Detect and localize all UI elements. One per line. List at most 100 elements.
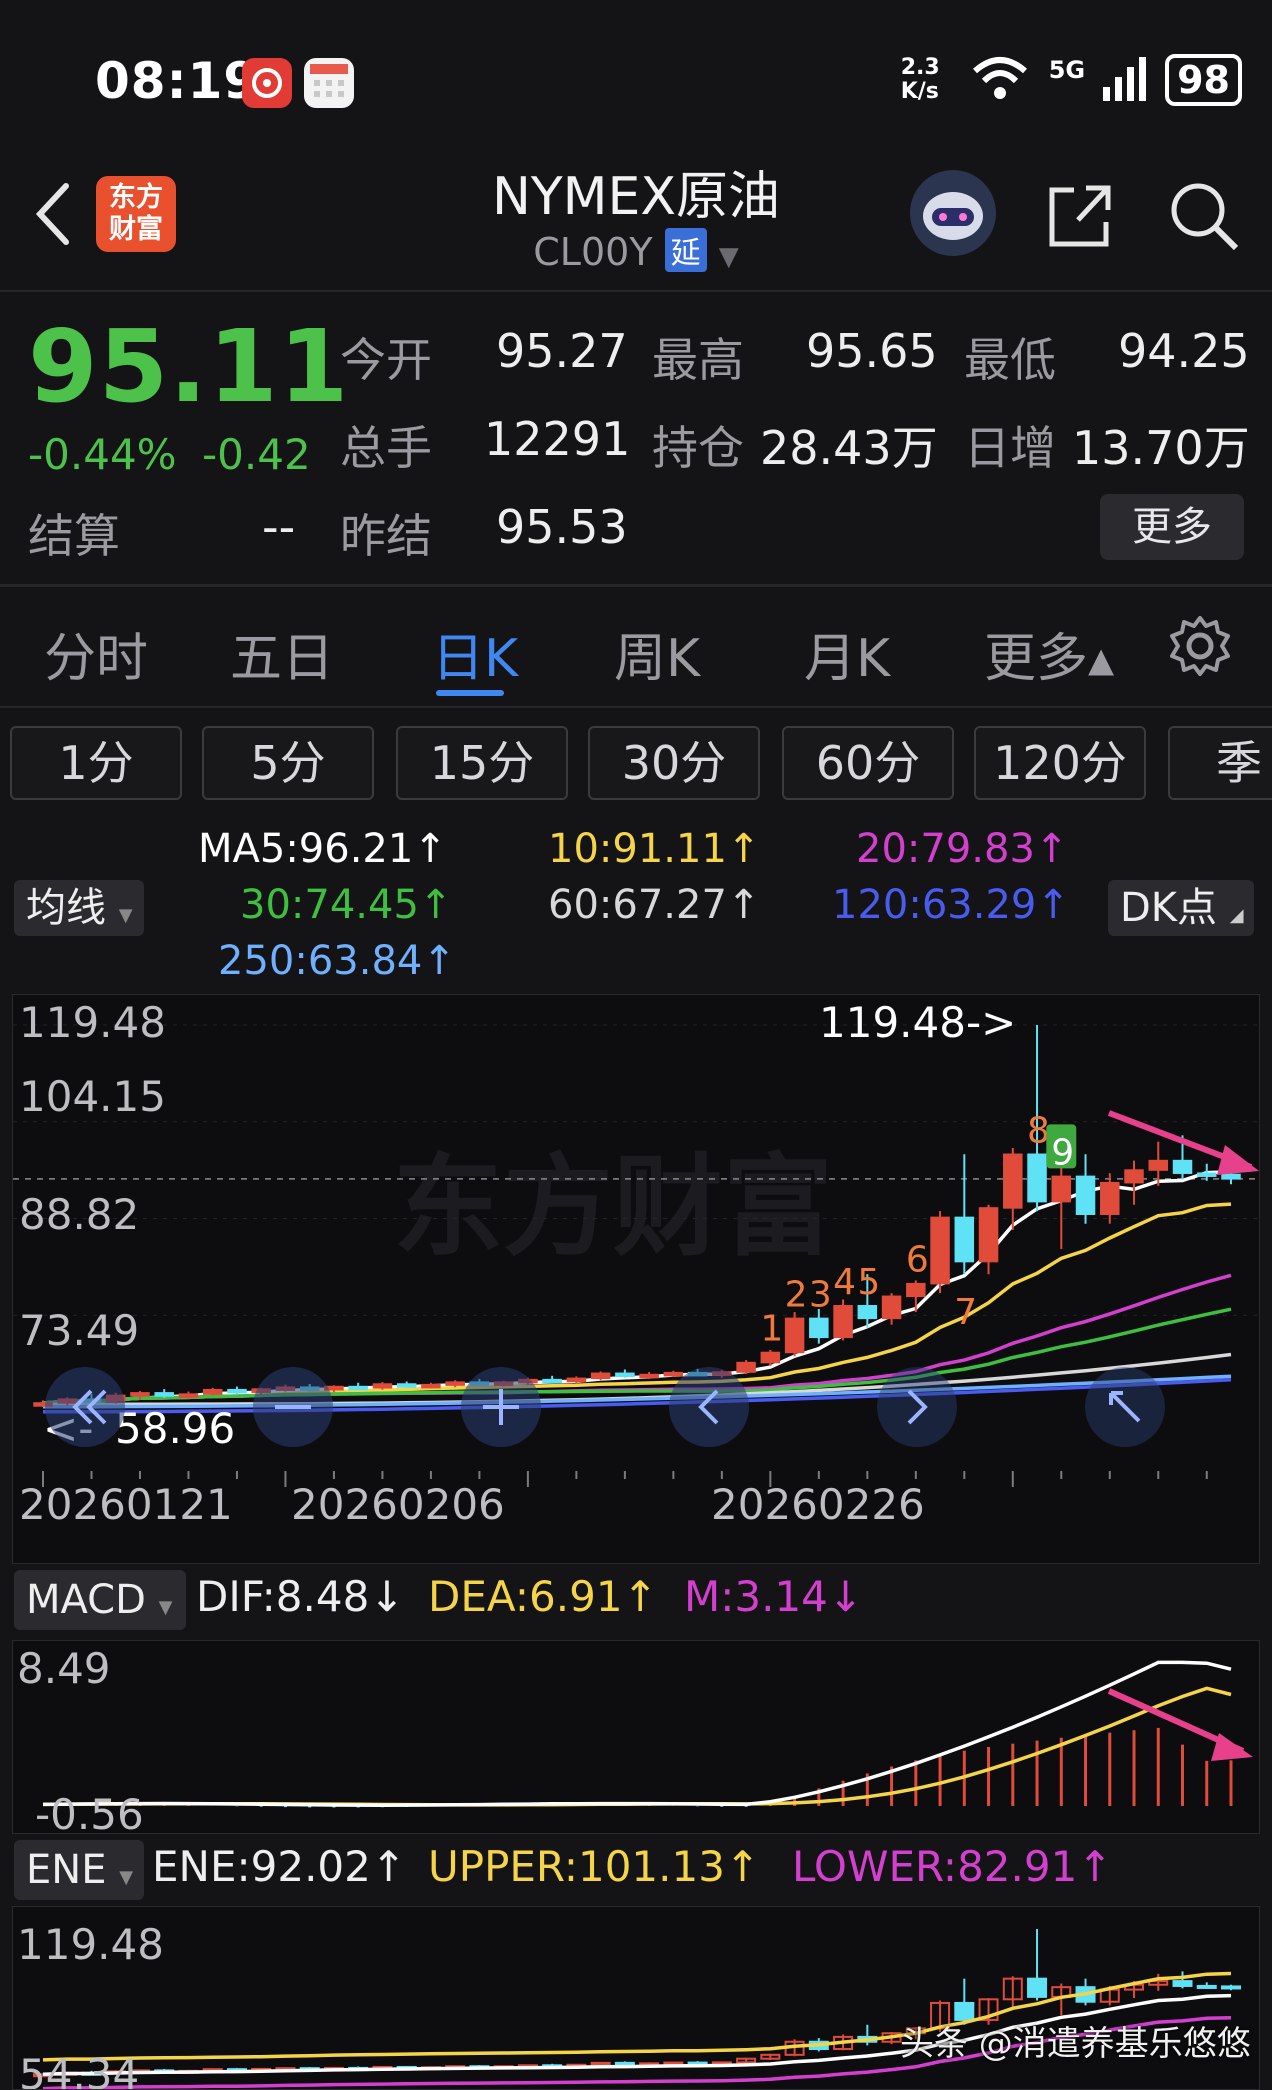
nav-prev-icon[interactable]: [669, 1367, 749, 1447]
candle-body: [590, 1372, 611, 1380]
header-divider: [0, 290, 1272, 292]
status-time: 08:19: [95, 52, 260, 110]
dk-point-button[interactable]: DK点 ◢: [1108, 880, 1254, 936]
ene-lower: LOWER:82.91↑: [792, 1842, 1113, 1891]
tab-more[interactable]: 更多▴: [984, 616, 1114, 691]
interval-15min[interactable]: 15分: [396, 726, 568, 800]
tab-active-indicator: [436, 690, 504, 696]
caret-down-icon: ▼: [158, 1597, 173, 1618]
tab-five-day[interactable]: 五日: [230, 616, 334, 691]
candle-body: [930, 1216, 950, 1285]
battery-level: 98: [1177, 58, 1230, 102]
x-tick-label-3: 20260226: [711, 1480, 925, 1529]
macd-dea: DEA:6.91↑: [428, 1572, 658, 1621]
open-label: 今开: [340, 333, 432, 387]
td-count-label: 9: [1051, 1132, 1074, 1173]
battery-icon: 98: [1165, 54, 1242, 106]
ma30-value: 30:74.45↑: [240, 882, 453, 928]
candle-body: [663, 1371, 684, 1377]
candle-body: [639, 1373, 659, 1379]
interval-120min[interactable]: 120分: [974, 726, 1146, 800]
ma-selector-label: 均线: [26, 885, 106, 931]
td-count-label: 6: [906, 1240, 929, 1281]
macd-selector[interactable]: MACD ▼: [14, 1570, 186, 1630]
ene-candle-body: [1172, 1980, 1193, 1987]
y-tick-top: 119.48: [19, 998, 166, 1047]
candle-body: [1197, 1172, 1217, 1177]
signal-label: 5G: [1048, 56, 1086, 84]
delay-tag: 延: [664, 228, 707, 272]
low-label: 最低: [964, 333, 1056, 387]
low-value: 94.25: [1118, 324, 1250, 378]
more-quote-button[interactable]: 更多: [1100, 494, 1244, 560]
tab-monthly-k[interactable]: 月K: [804, 616, 890, 691]
ma-selector[interactable]: 均线 ▼: [14, 880, 144, 936]
candle-body: [227, 1388, 247, 1394]
quote-divider: [0, 584, 1272, 587]
interval-30min[interactable]: 30分: [588, 726, 760, 800]
last-price: 95.11: [28, 308, 350, 425]
candle-body: [1221, 1173, 1241, 1180]
status-indicators: 2.3 K/s 5G 98: [901, 50, 1242, 110]
td-count-label: 5: [857, 1262, 880, 1303]
ma120-value: 120:63.29↑: [832, 882, 1070, 928]
high-label: 最高: [652, 333, 744, 387]
interval-60min[interactable]: 60分: [782, 726, 954, 800]
chart-settings-button[interactable]: [1168, 614, 1232, 678]
macd-chart[interactable]: 8.49 -0.56: [12, 1640, 1260, 1834]
macd-m: M:3.14↓: [684, 1572, 864, 1621]
ene-candle-body: [614, 2061, 635, 2066]
robot-avatar-icon[interactable]: [910, 170, 996, 256]
nav-next-icon[interactable]: [877, 1367, 957, 1447]
open-interest-label: 持仓: [652, 421, 744, 475]
candle-body: [1027, 1153, 1047, 1203]
y-tick-2: 104.15: [19, 1072, 166, 1121]
candle-body: [906, 1282, 926, 1298]
kline-chart[interactable]: 东方财富 123456897 119.48 104.15 88.82 73.49…: [12, 994, 1260, 1564]
candle-body: [445, 1381, 465, 1386]
macd-trend-arrow: [1107, 1688, 1253, 1761]
tab-daily-k[interactable]: 日K: [432, 616, 518, 691]
x-tick-label-2: 20260206: [291, 1480, 505, 1529]
td-count-label: 2: [785, 1274, 808, 1315]
candle-body: [809, 1317, 829, 1339]
td-count-label: 1: [760, 1308, 783, 1349]
y-tick-3: 88.82: [19, 1190, 139, 1239]
ma60-value: 60:67.27↑: [548, 882, 761, 928]
watermark: 东方财富: [393, 1143, 833, 1271]
candle-body: [1100, 1181, 1120, 1215]
candle-body: [881, 1295, 902, 1320]
open-interest-value: 28.43万: [760, 421, 938, 475]
search-button[interactable]: [1164, 176, 1244, 256]
macd-plot: 8.49 -0.56: [17, 1644, 1253, 1834]
prev-settle-value: 95.53: [496, 500, 628, 554]
candle-body: [372, 1383, 393, 1389]
tab-intraday[interactable]: 分时: [44, 616, 148, 691]
fullscreen-icon[interactable]: [1085, 1367, 1165, 1447]
candle-body: [130, 1392, 150, 1397]
candle-body: [1124, 1169, 1144, 1184]
calendar-icon: [304, 58, 354, 108]
ene-selector[interactable]: ENE ▼: [14, 1840, 144, 1900]
candle-body: [857, 1305, 878, 1320]
tab-weekly-k[interactable]: 周K: [614, 616, 700, 691]
app-notification-icon: [242, 58, 292, 108]
candle-body: [1075, 1175, 1096, 1215]
nav-left-icon[interactable]: [45, 1367, 125, 1447]
candle-body: [1003, 1153, 1023, 1209]
prev-settle-label: 昨结: [340, 509, 432, 563]
interval-1min[interactable]: 1分: [10, 726, 182, 800]
zoom-in-icon[interactable]: [461, 1367, 541, 1447]
interval-quarter[interactable]: 季: [1168, 726, 1272, 800]
share-button[interactable]: [1044, 176, 1116, 252]
settle-value: --: [262, 500, 296, 554]
ene-candle-body: [1027, 1977, 1048, 1998]
macd-y-bottom: -0.56: [35, 1790, 144, 1834]
zoom-out-icon[interactable]: [253, 1367, 333, 1447]
candle-body: [154, 1392, 174, 1397]
source-credit: 头条 @消遣养基乐悠悠: [900, 2024, 1251, 2064]
x-tick-label-1: 20260121: [19, 1480, 233, 1529]
interval-5min[interactable]: 5分: [202, 726, 374, 800]
td-count-label: 3: [809, 1274, 832, 1315]
candle-body: [833, 1305, 853, 1339]
